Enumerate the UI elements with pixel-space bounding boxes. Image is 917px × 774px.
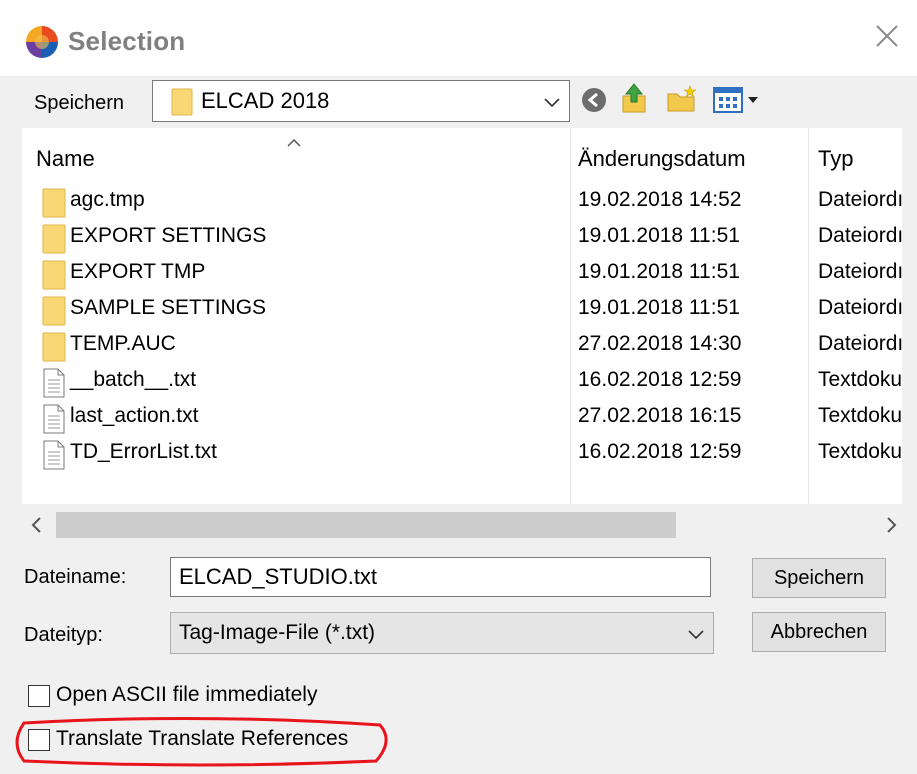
file-type: Textdoku — [818, 404, 902, 427]
close-icon[interactable] — [871, 20, 903, 52]
file-type: Dateiordı — [818, 224, 902, 247]
column-header-name[interactable]: Name — [36, 146, 95, 172]
filename-input[interactable] — [171, 558, 710, 596]
translate-references-label: Translate Translate References — [56, 727, 349, 750]
file-row[interactable]: last_action.txt 27.02.2018 16:15 Textdoku — [22, 400, 902, 436]
file-name: agc.tmp — [70, 188, 145, 211]
filetype-dropdown[interactable]: Tag-Image-File (*.txt) — [170, 612, 714, 654]
file-row[interactable]: TD_ErrorList.txt 16.02.2018 12:59 Textdoku — [22, 436, 902, 472]
file-date: 19.02.2018 14:52 — [578, 188, 742, 211]
cancel-button[interactable]: Abbrechen — [752, 612, 886, 652]
translate-references-checkbox[interactable] — [28, 729, 50, 751]
new-folder-icon[interactable] — [666, 84, 698, 114]
column-header-date[interactable]: Änderungsdatum — [578, 146, 746, 172]
text-file-icon — [42, 404, 66, 434]
file-name: EXPORT TMP — [70, 260, 206, 283]
open-ascii-label: Open ASCII file immediately — [56, 683, 318, 706]
save-button[interactable]: Speichern — [752, 558, 886, 598]
file-date: 19.01.2018 11:51 — [578, 296, 740, 319]
file-type: Dateiordı — [818, 260, 902, 283]
file-name: SAMPLE SETTINGS — [70, 296, 267, 319]
window-title: Selection — [68, 26, 186, 56]
horizontal-scrollbar[interactable] — [22, 504, 902, 546]
text-file-icon — [42, 368, 66, 398]
file-row[interactable]: EXPORT TMP 19.01.2018 11:51 Dateiordı — [22, 256, 902, 292]
file-date: 16.02.2018 12:59 — [578, 440, 742, 463]
folder-icon — [42, 188, 66, 218]
filetype-label: Dateityp: — [24, 624, 103, 646]
file-list[interactable]: Name Änderungsdatum Typ agc.tmp 19.02.201… — [22, 128, 902, 546]
save-in-location: ELCAD 2018 — [201, 88, 330, 113]
scrollbar-thumb[interactable] — [56, 512, 676, 538]
file-row[interactable]: __batch__.txt 16.02.2018 12:59 Textdoku — [22, 364, 902, 400]
file-date: 19.01.2018 11:51 — [578, 224, 740, 247]
file-name: EXPORT SETTINGS — [70, 224, 267, 247]
folder-icon — [42, 296, 66, 326]
selection-dialog: Selection Speichern ELCAD 2018 Name Ände… — [0, 0, 917, 774]
filename-label: Dateiname: — [24, 566, 127, 588]
file-type: Dateiordı — [818, 188, 902, 211]
title-bar: Selection — [0, 0, 917, 77]
file-type: Textdoku — [818, 440, 902, 463]
chevron-down-icon — [688, 630, 704, 640]
translate-references-option[interactable]: Translate Translate References — [28, 727, 368, 757]
file-date: 16.02.2018 12:59 — [578, 368, 742, 391]
app-globe-icon — [26, 26, 58, 58]
file-date: 19.01.2018 11:51 — [578, 260, 740, 283]
up-folder-icon[interactable] — [620, 82, 650, 116]
folder-icon — [42, 332, 66, 362]
file-name: TD_ErrorList.txt — [70, 440, 218, 463]
file-row[interactable]: SAMPLE SETTINGS 19.01.2018 11:51 Dateiordı — [22, 292, 902, 328]
folder-icon — [171, 88, 193, 116]
scroll-right-icon[interactable] — [884, 516, 898, 534]
file-row[interactable]: TEMP.AUC 27.02.2018 14:30 Dateiordı — [22, 328, 902, 364]
view-menu-icon[interactable] — [712, 86, 762, 114]
open-ascii-checkbox[interactable] — [28, 685, 50, 707]
save-in-dropdown[interactable]: ELCAD 2018 — [152, 80, 570, 122]
column-header-type[interactable]: Typ — [818, 146, 853, 172]
file-name: __batch__.txt — [70, 368, 197, 391]
save-in-label: Speichern — [34, 92, 125, 114]
scroll-left-icon[interactable] — [30, 516, 44, 534]
back-icon[interactable] — [580, 86, 608, 114]
file-name: last_action.txt — [70, 404, 199, 427]
file-type: Dateiordı — [818, 332, 902, 355]
filetype-value: Tag-Image-File (*.txt) — [179, 621, 376, 644]
file-date: 27.02.2018 16:15 — [578, 404, 742, 427]
file-row[interactable]: EXPORT SETTINGS 19.01.2018 11:51 Dateiordı — [22, 220, 902, 256]
filename-field[interactable] — [170, 557, 711, 597]
file-row[interactable]: agc.tmp 19.02.2018 14:52 Dateiordı — [22, 184, 902, 220]
file-type: Dateiordı — [818, 296, 902, 319]
sort-ascending-icon — [287, 138, 301, 147]
file-name: TEMP.AUC — [70, 332, 176, 355]
folder-icon — [42, 260, 66, 290]
file-date: 27.02.2018 14:30 — [578, 332, 742, 355]
open-ascii-option[interactable]: Open ASCII file immediately — [28, 683, 348, 713]
chevron-down-icon — [544, 98, 560, 108]
text-file-icon — [42, 440, 66, 470]
folder-icon — [42, 224, 66, 254]
file-type: Textdoku — [818, 368, 902, 391]
